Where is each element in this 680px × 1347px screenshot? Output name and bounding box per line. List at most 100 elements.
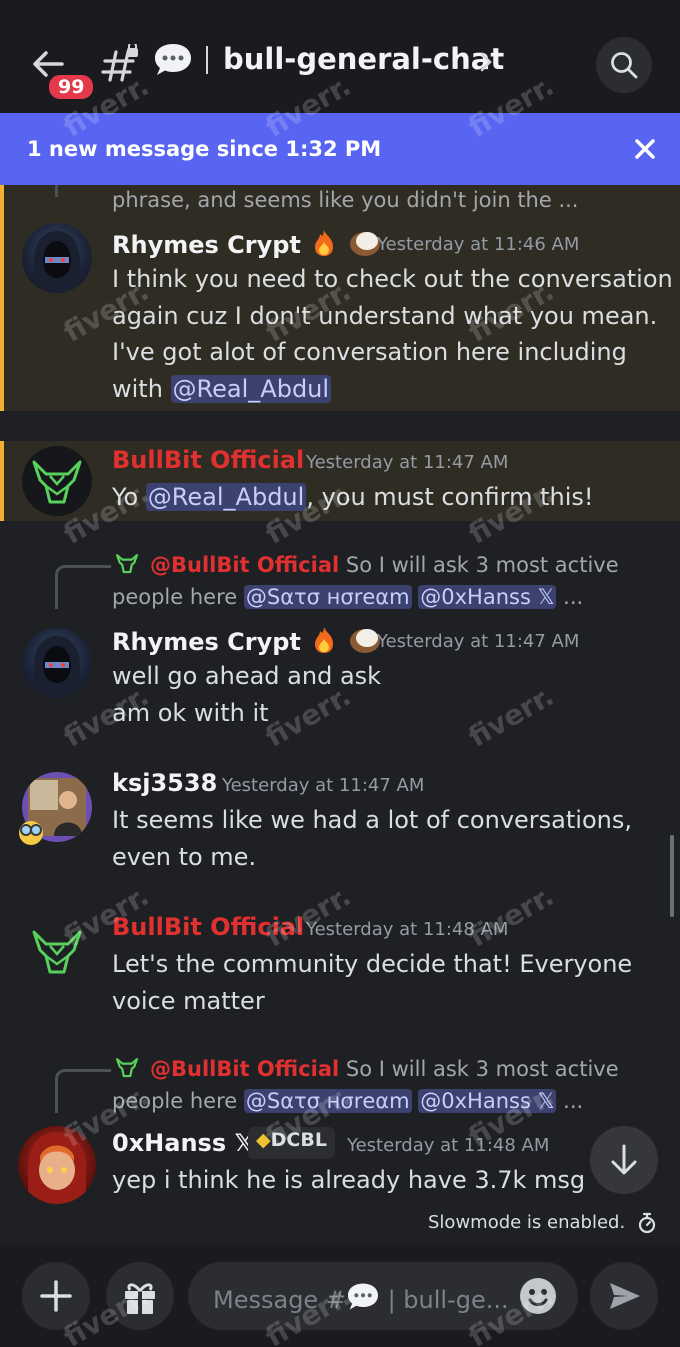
reply-connector	[55, 185, 111, 197]
message-text: Let's the community decide that! Everyon…	[112, 950, 633, 978]
message-timestamp: Yesterday at 11:48 AM	[306, 919, 509, 940]
server-tag[interactable]: ◆DCBL	[248, 1127, 335, 1159]
unread-badge: 99	[46, 72, 97, 102]
message-text-suffix: , you must confirm this!	[306, 483, 594, 511]
message-timestamp: Yesterday at 11:47 AM	[377, 631, 580, 652]
message-text-prefix: Yo	[112, 483, 146, 511]
username[interactable]: BullBit Official	[112, 446, 304, 474]
gift-button[interactable]	[106, 1262, 174, 1330]
avatar[interactable]	[22, 223, 92, 293]
message-text: again cuz I don't understand what you me…	[112, 302, 658, 330]
message-text-prefix: with	[112, 375, 171, 403]
red-hood-avatar-image	[28, 1132, 86, 1204]
fire-icon	[309, 228, 339, 264]
message-text: yep i think he is already have 3.7k msg	[112, 1166, 586, 1194]
message-timestamp: Yesterday at 11:46 AM	[377, 234, 580, 255]
reply-ellipsis: ...	[556, 585, 584, 609]
close-icon[interactable]	[628, 132, 662, 166]
search-button[interactable]	[596, 37, 652, 93]
chevron-right-icon[interactable]	[478, 50, 494, 74]
reply-preview-line2[interactable]: people here @Sατσ нσrеαm @0xHanss 𝕏 ...	[112, 1089, 583, 1113]
username[interactable]: Rhymes Crypt	[112, 625, 382, 661]
header-divider	[206, 46, 208, 74]
avatar[interactable]	[18, 1126, 96, 1204]
user-mention: @Sατσ нσrеαm	[243, 585, 412, 609]
smiley-face-icon	[520, 1278, 556, 1314]
jump-to-bottom-button[interactable]	[590, 1126, 658, 1194]
avatar[interactable]	[22, 916, 92, 986]
username[interactable]: BullBit Official	[112, 913, 304, 941]
watermark: fiverr.	[462, 679, 560, 754]
emoji-button[interactable]	[518, 1276, 558, 1316]
reply-text: So I will ask 3 most active	[345, 553, 619, 577]
reply-ellipsis: ...	[556, 1089, 584, 1113]
new-message-text: 1 new message since 1:32 PM	[27, 137, 382, 161]
arrow-down-icon	[611, 1144, 637, 1175]
message-timestamp: Yesterday at 11:47 AM	[222, 775, 425, 796]
username[interactable]: ksj3538	[112, 769, 217, 797]
reply-connector	[55, 1069, 111, 1113]
user-mention[interactable]: @Real_Abdul	[145, 483, 307, 511]
watermark: fiverr.	[259, 679, 357, 754]
hooded-figure-avatar-image	[34, 636, 80, 698]
reply-preview-line2[interactable]: people here @Sατσ нσrеαm @0xHanss 𝕏 ...	[112, 585, 583, 609]
placeholder-prefix: Message #	[213, 1286, 346, 1314]
plus-icon	[40, 1280, 72, 1312]
scrollbar[interactable]	[670, 835, 674, 917]
stopwatch-icon	[638, 1212, 656, 1234]
message-text: I think you need to check out the conver…	[112, 265, 673, 293]
speech-bubble-icon	[347, 1283, 378, 1310]
add-attachment-button[interactable]	[22, 1262, 90, 1330]
locked-channel-hash-icon	[101, 44, 138, 82]
message-timestamp: Yesterday at 11:48 AM	[347, 1135, 550, 1156]
message-text: with @Real_Abdul	[112, 375, 332, 403]
message-item[interactable]	[0, 185, 680, 411]
tag-icon: ◆	[256, 1129, 271, 1151]
avatar[interactable]	[22, 446, 92, 516]
user-mention: @0xHanss 𝕏	[418, 585, 557, 609]
gift-icon	[125, 1283, 155, 1314]
highlight-bar	[0, 441, 4, 521]
avatar[interactable]	[22, 628, 92, 698]
search-icon	[611, 52, 638, 79]
reply-text: So I will ask 3 most active	[345, 1057, 619, 1081]
user-mention: @Sατσ нσrеαm	[243, 1089, 412, 1113]
message-timestamp: Yesterday at 11:47 AM	[306, 452, 509, 473]
username-text: Rhymes Crypt	[112, 231, 301, 259]
watermark: fiverr.	[462, 879, 560, 954]
placeholder-suffix: | bull-ge...	[379, 1286, 509, 1314]
username[interactable]: 0xHanss 𝕏	[112, 1129, 254, 1157]
username[interactable]: Rhymes Crypt	[112, 228, 382, 264]
reply-author: @BullBit Official	[150, 553, 340, 577]
message-text: Yo @Real_Abdul, you must confirm this!	[112, 483, 594, 511]
hooded-figure-avatar-image	[34, 231, 80, 293]
highlight-bar	[0, 185, 4, 411]
truncated-message-text: phrase, and seems like you didn't join t…	[112, 188, 579, 212]
slowmode-indicator: Slowmode is enabled.	[428, 1212, 657, 1234]
bull-logo-icon	[116, 554, 138, 574]
message-placeholder: Message # | bull-ge...	[213, 1282, 509, 1314]
bull-logo-icon	[32, 930, 82, 974]
slowmode-text: Slowmode is enabled.	[428, 1212, 626, 1233]
reply-preview[interactable]: @BullBit Official So I will ask 3 most a…	[150, 1057, 619, 1081]
nerd-face-icon	[19, 821, 43, 845]
message-text: am ok with it	[112, 699, 269, 727]
reply-text: people here	[112, 1089, 244, 1113]
message-text: I've got alot of conversation here inclu…	[112, 338, 627, 366]
bull-logo-icon	[116, 1058, 138, 1078]
tag-text: DCBL	[270, 1129, 327, 1151]
user-mention: @0xHanss 𝕏	[418, 1089, 557, 1113]
new-message-banner[interactable]: 1 new message since 1:32 PM	[0, 113, 680, 185]
reply-text: people here	[112, 585, 244, 609]
send-button[interactable]	[590, 1262, 658, 1330]
channel-title[interactable]: bull-general-chat	[223, 42, 504, 76]
message-text: well go ahead and ask	[112, 662, 382, 690]
reply-preview[interactable]: @BullBit Official So I will ask 3 most a…	[150, 553, 619, 577]
send-icon	[610, 1283, 640, 1309]
message-text: It seems like we had a lot of conversati…	[112, 806, 632, 834]
channel-header: 99 bull-general-chat	[0, 0, 680, 113]
user-mention[interactable]: @Real_Abdul	[170, 375, 332, 403]
reply-connector	[55, 565, 111, 609]
username-text: Rhymes Crypt	[112, 628, 301, 656]
reply-author: @BullBit Official	[150, 1057, 340, 1081]
